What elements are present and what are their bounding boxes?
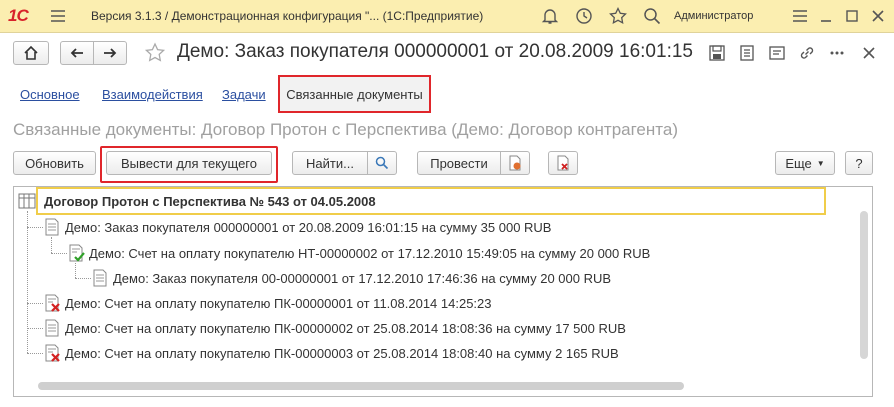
cancel-search-icon [375,156,389,170]
more-actions-icon[interactable] [828,44,846,62]
find-button[interactable]: Найти... [292,151,368,175]
unpost-button[interactable] [548,151,578,175]
post-document-button[interactable] [500,151,530,175]
document-icon [45,218,59,236]
post-button[interactable]: Провести [417,151,501,175]
related-documents-tree[interactable]: Договор Протон с Перспектива № 543 от 04… [13,186,873,397]
tree-item-label: Демо: Счет на оплату покупателю ПК-00000… [65,295,492,311]
home-icon [24,45,38,60]
document-window: Демо: Заказ покупателя 000000001 от 20.0… [0,32,894,407]
tree-root-row[interactable]: Договор Протон с Перспектива № 543 от 04… [36,187,826,215]
tree-item[interactable]: Демо: Счет на оплату покупателю ПК-00000… [43,291,492,315]
bell-icon[interactable] [540,6,560,26]
app-logo: 1С [8,6,29,25]
chevron-down-icon: ▼ [816,158,825,168]
search-icon[interactable] [642,6,662,26]
tab-main[interactable]: Основное [20,87,80,102]
document-icon [93,269,107,287]
tree-item[interactable]: Демо: Заказ покупателя 00-00000001 от 17… [91,266,611,290]
tree-item-label: Демо: Счет на оплату покупателю НТ-00000… [89,245,651,261]
link-icon[interactable] [798,44,816,62]
save-icon[interactable] [708,44,726,62]
help-button[interactable]: ? [845,151,873,175]
print-icon[interactable] [738,44,756,62]
more-button[interactable]: Еще ▼ [775,151,835,175]
document-deleted-icon [45,294,60,312]
close-icon[interactable] [868,6,888,26]
maximize-icon[interactable] [842,6,862,26]
menu-icon[interactable] [48,6,68,26]
post-document-icon [509,155,521,171]
tree-item[interactable]: Демо: Счет на оплату покупателю ПК-00000… [43,341,619,365]
unpost-icon [557,155,569,171]
window-title: Версия 3.1.3 / Демонстрационная конфигур… [91,9,484,23]
settings-menu-icon[interactable] [790,6,810,26]
back-button[interactable] [60,41,94,65]
arrow-left-icon [70,48,83,58]
show-current-button[interactable]: Вывести для текущего [106,151,272,175]
current-user[interactable]: Администратор [674,10,753,22]
tree-item-label: Демо: Заказ покупателя 00-00000001 от 17… [113,270,612,286]
tree-item-label: Демо: Счет на оплату покупателю ПК-00000… [65,345,619,361]
document-deleted-icon [45,344,60,362]
tree-item-label: Демо: Заказ покупателя 000000001 от 20.0… [65,219,552,235]
close-form-icon[interactable] [860,44,878,62]
horizontal-scrollbar[interactable] [38,382,684,390]
document-title: Демо: Заказ покупателя 000000001 от 20.0… [177,41,693,62]
tree-root-label: Договор Протон с Перспектива № 543 от 04… [44,194,376,209]
forward-button[interactable] [93,41,127,65]
notes-icon[interactable] [768,44,786,62]
tree-item-label: Демо: Счет на оплату покупателю ПК-00000… [65,320,626,336]
favorites-icon[interactable] [608,6,628,26]
star-icon[interactable] [144,42,166,64]
tab-interactions[interactable]: Взаимодействия [102,87,203,102]
document-icon [45,319,59,337]
document-posted-icon [69,244,85,262]
tree-item[interactable]: Демо: Заказ покупателя 000000001 от 20.0… [43,215,551,239]
cancel-search-button[interactable] [367,151,397,175]
arrow-right-icon [104,48,117,58]
refresh-button[interactable]: Обновить [13,151,96,175]
vertical-scrollbar[interactable] [860,211,868,359]
contract-icon [18,193,36,209]
tab-tasks[interactable]: Задачи [222,87,266,102]
minimize-icon[interactable] [816,6,836,26]
section-title: Связанные документы: Договор Протон с Пе… [13,120,678,139]
tree-item[interactable]: Демо: Счет на оплату покупателю ПК-00000… [43,316,626,340]
tree-item[interactable]: Демо: Счет на оплату покупателю НТ-00000… [67,241,650,265]
more-button-label: Еще [785,155,812,171]
tab-related-documents[interactable]: Связанные документы [278,75,431,113]
app-titlebar: 1С Версия 3.1.3 / Демонстрационная конфи… [0,0,894,32]
home-button[interactable] [13,41,49,65]
history-icon[interactable] [574,6,594,26]
